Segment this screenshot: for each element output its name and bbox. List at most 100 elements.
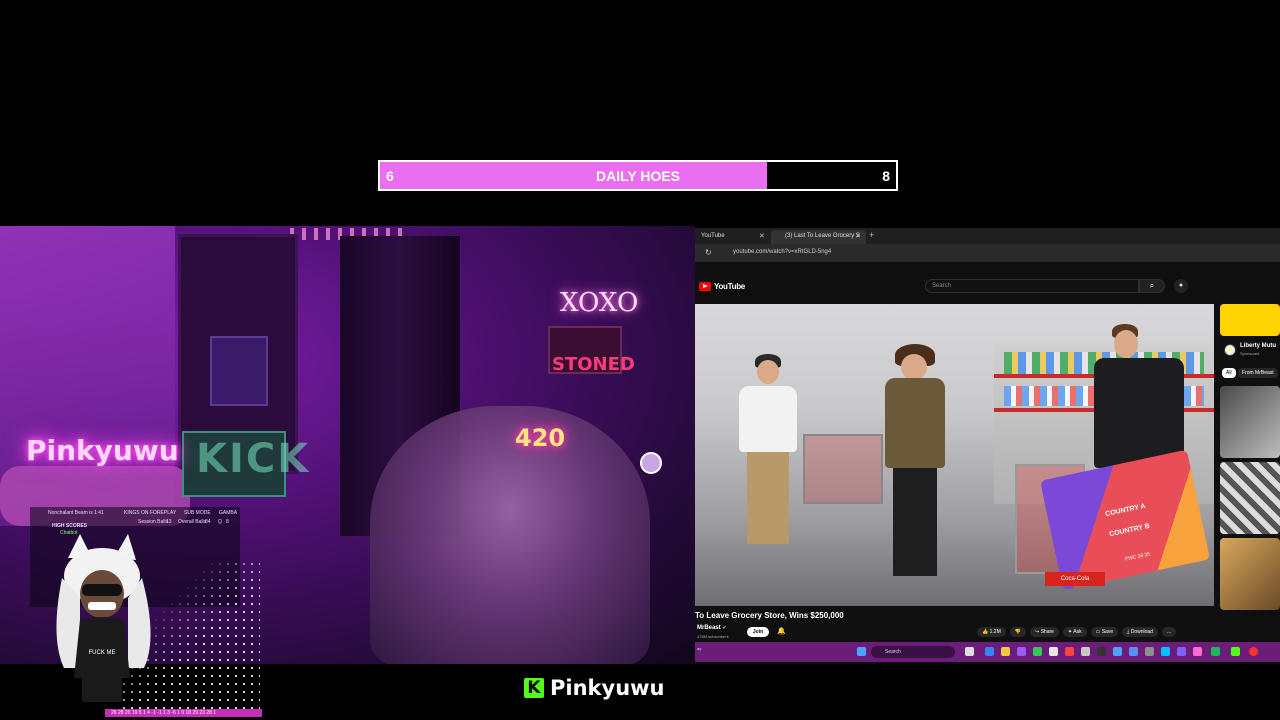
join-button[interactable]: Join [747, 627, 769, 637]
ad-banner[interactable] [1220, 304, 1280, 336]
tab-youtube[interactable]: YouTube [695, 230, 731, 244]
channel-name[interactable]: MrBeast ✔ [697, 625, 727, 631]
save-button[interactable]: ▭ Save [1090, 627, 1119, 637]
pants [747, 452, 789, 544]
stream-overlay: 6 DAILY HOES 8 KICK Pinkyuwu XOXO STONED… [0, 0, 1280, 720]
like-count: 1.2M [989, 629, 1001, 635]
channel-name-text[interactable]: MrBeast [697, 625, 721, 631]
advertiser-logo [1224, 344, 1236, 356]
recommendations-sidebar: Liberty Mutu Sponsored All From MrBeast [1218, 304, 1280, 644]
ask-label: Ask [1073, 629, 1082, 635]
new-tab-icon[interactable]: + [869, 230, 874, 240]
share-button[interactable]: ↪ Share [1029, 627, 1059, 637]
bell-icon[interactable]: 🔔 [777, 627, 786, 635]
search-icon[interactable]: ⌕ [1139, 279, 1165, 293]
neon-name-sign: Pinkyuwu [26, 434, 179, 467]
address-bar[interactable]: ↻ youtube.com/watch?v=xRtGLD-5ng4 [695, 244, 1280, 262]
chip-from-channel[interactable]: From MrBeast [1238, 368, 1278, 378]
ad-info[interactable]: Liberty Mutu Sponsored [1220, 340, 1280, 360]
col-foreplay: FOREPLAY [150, 510, 177, 516]
taskbar-widget[interactable]: ay [697, 646, 701, 651]
app-icon[interactable] [1129, 647, 1138, 656]
reload-icon[interactable]: ↻ [705, 248, 712, 257]
neon-420-sign: 420 [515, 424, 566, 452]
tab-bar: YouTube ✕ (3) Last To Leave Grocery S ✕ … [695, 228, 1280, 244]
kick-logo-icon: K [524, 678, 544, 698]
app-icon[interactable] [1049, 647, 1058, 656]
cell-q: Q [218, 519, 222, 525]
tab-video[interactable]: (3) Last To Leave Grocery S [771, 230, 866, 244]
chrome-icon[interactable] [1033, 647, 1042, 656]
wall-poster [210, 336, 268, 406]
row-session-value: 13 [166, 519, 172, 525]
goal-title: DAILY HOES [595, 168, 681, 184]
mic-icon[interactable]: ● [1174, 279, 1188, 293]
spotify-icon[interactable] [1211, 647, 1220, 656]
contestant-middle [879, 344, 951, 594]
col-gamba: GAMBA [219, 510, 238, 516]
video-title: To Leave Grocery Store, Wins $250,000 [695, 611, 844, 620]
download-button[interactable]: ⤓ Download [1122, 627, 1158, 637]
kick-icon[interactable] [1231, 647, 1240, 656]
ask-button[interactable]: ✦ Ask [1062, 627, 1087, 637]
close-icon[interactable]: ✕ [759, 232, 765, 240]
coke-sign: Coca-Cola [1045, 572, 1105, 586]
recommended-thumbnail[interactable] [1220, 538, 1280, 610]
streamer-brand: K Pinkyuwu [524, 676, 665, 700]
search-input[interactable]: Search [925, 279, 1139, 293]
folder-icon[interactable] [1001, 647, 1010, 656]
daily-goal-bar: 6 DAILY HOES 8 [378, 160, 898, 191]
camo-hoodie [885, 378, 945, 468]
dislike-button[interactable]: 👎 [1009, 627, 1026, 637]
app-icon[interactable] [1097, 647, 1106, 656]
neon-xoxo-sign: XOXO [560, 288, 639, 318]
recommended-thumbnail[interactable] [1220, 386, 1280, 458]
more-button[interactable]: ... [1161, 627, 1177, 637]
taskbar-search[interactable]: Search [871, 646, 955, 658]
recommended-thumbnail[interactable] [1220, 462, 1280, 534]
youtube-logo[interactable]: YouTube [699, 282, 745, 291]
app-icon[interactable] [1161, 647, 1170, 656]
neon-stoned-sign: STONED [552, 354, 635, 375]
start-icon[interactable] [857, 647, 866, 656]
head [901, 354, 927, 380]
score-strip: 26 28 20 19 5 1 4 -1 -1 1 3 -6 1 0 18 29… [105, 709, 262, 717]
head [1114, 330, 1138, 358]
avatar-shirt-text: FUCK ME [89, 650, 116, 656]
task-view-icon[interactable] [965, 647, 974, 656]
app-icon[interactable] [1081, 647, 1090, 656]
app-icon[interactable] [1193, 647, 1202, 656]
contestant-left [733, 354, 803, 594]
scoreboard-timer: Nonchalant Beam is 1:41 [48, 510, 104, 516]
pants [893, 468, 937, 576]
verified-icon: ✔ [722, 625, 727, 631]
streamer-name: Pinkyuwu [550, 676, 665, 700]
app-icon[interactable] [1177, 647, 1186, 656]
kick-sign-text: KICK [196, 436, 311, 482]
close-icon[interactable]: ✕ [855, 232, 861, 240]
chip-all[interactable]: All [1222, 368, 1236, 378]
record-icon[interactable] [1249, 647, 1258, 656]
shopping-cart [803, 434, 883, 504]
url-text[interactable]: youtube.com/watch?v=xRtGLD-5ng4 [733, 249, 831, 255]
row-overall-label: Overall Balls [178, 519, 207, 525]
youtube-logo-text: YouTube [714, 282, 745, 291]
app-icon[interactable] [985, 647, 994, 656]
goal-end-value: 8 [882, 168, 890, 184]
browser-window: YouTube ✕ (3) Last To Leave Grocery S ✕ … [695, 228, 1280, 664]
like-button[interactable]: 👍 1.2M [977, 627, 1006, 637]
video-actions: 👍 1.2M 👎 ↪ Share ✦ Ask ▭ Save ⤓ Download… [977, 627, 1177, 637]
download-label: Download [1130, 629, 1153, 635]
app-icon[interactable] [1113, 647, 1122, 656]
app-icon[interactable] [1065, 647, 1074, 656]
sponsored-label: Sponsored [1240, 351, 1260, 356]
share-label: Share [1040, 629, 1054, 635]
row-overall-value: 84 [205, 519, 211, 525]
subscriber-count: 478M subscribers [697, 634, 729, 639]
streamer [370, 406, 650, 664]
app-icon[interactable] [1145, 647, 1154, 656]
video-player[interactable]: COUNTRY A COUNTRY B FWC 28 25 Coca-Cola [695, 304, 1214, 606]
app-icon[interactable] [1017, 647, 1026, 656]
youtube-header: YouTube Search ⌕ ● [695, 276, 1280, 300]
youtube-play-icon [699, 282, 711, 291]
